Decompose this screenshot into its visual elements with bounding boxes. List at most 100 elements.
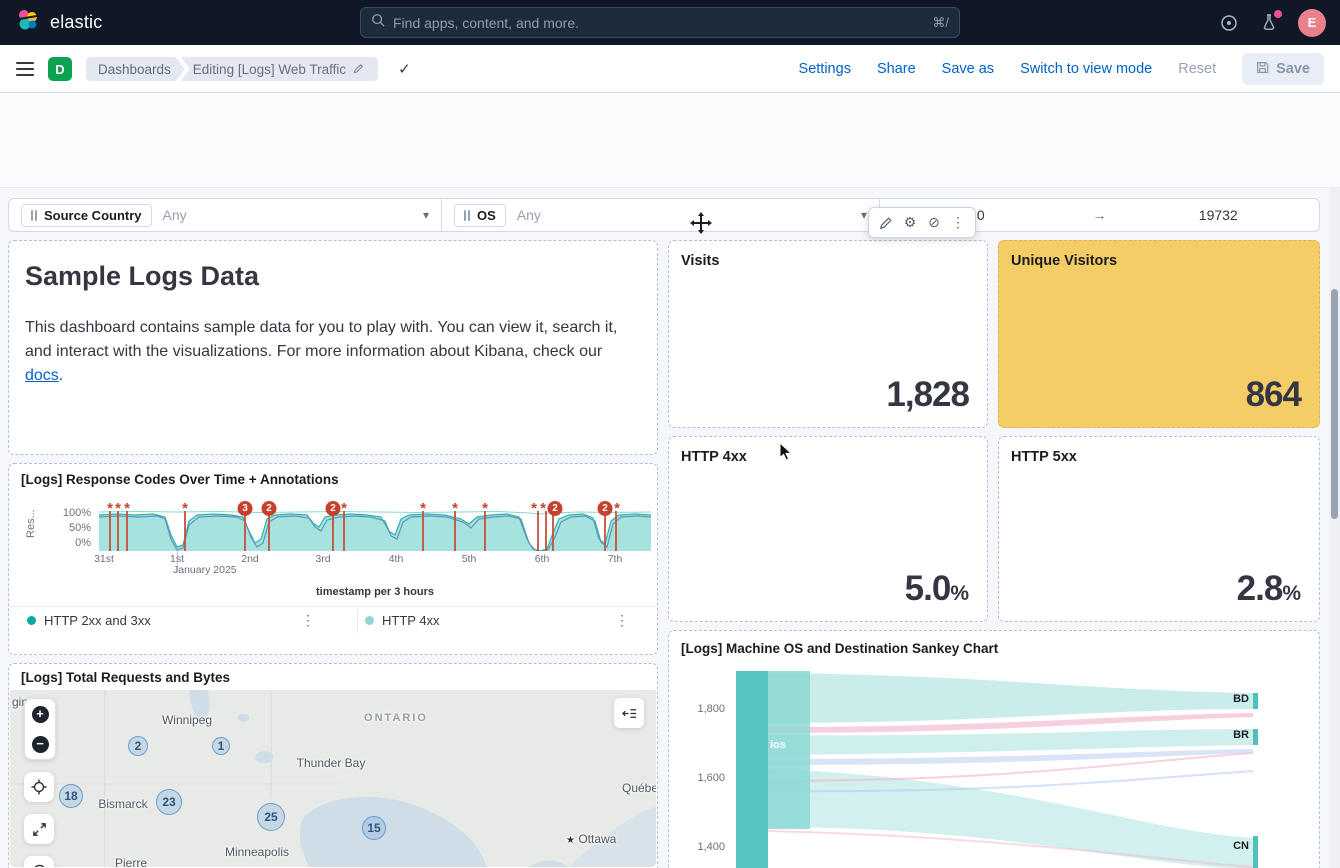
- panel-title: [Logs] Response Codes Over Time + Annota…: [21, 472, 339, 487]
- map-bubble[interactable]: 18: [59, 784, 83, 808]
- annotation-marker[interactable]: *: [452, 502, 458, 516]
- set-view-crosshair-button[interactable]: [24, 772, 54, 802]
- save-as-link[interactable]: Save as: [942, 61, 994, 77]
- markdown-body: This dashboard contains sample data for …: [25, 316, 631, 388]
- control-hover-toolbar: ⚙ ⊘ ⋮: [868, 207, 976, 238]
- title-confirm-check-icon[interactable]: ✓: [398, 60, 411, 78]
- map-bubble[interactable]: 25: [257, 803, 285, 831]
- breadcrumb-dashboards[interactable]: Dashboards: [86, 57, 185, 81]
- save-icon: [1256, 61, 1269, 78]
- metric-value: 1,828: [886, 375, 969, 415]
- metric-value: 864: [1246, 375, 1301, 415]
- legend-label: HTTP 2xx and 3xx: [44, 613, 151, 628]
- annotation-marker[interactable]: *: [115, 502, 121, 516]
- global-search[interactable]: ⌘/: [360, 7, 960, 38]
- zoom-in-button[interactable]: +: [25, 699, 55, 729]
- legend-dot: [365, 616, 374, 625]
- os-label: OS: [477, 208, 496, 223]
- user-avatar[interactable]: E: [1298, 9, 1326, 37]
- menu-icon[interactable]: [16, 62, 34, 76]
- control-os[interactable]: OS Any ▾: [441, 199, 879, 231]
- x-tick: 6th: [520, 553, 564, 565]
- control-source-country[interactable]: Source Country Any ▾: [9, 199, 441, 231]
- drag-grip-icon[interactable]: [464, 210, 470, 221]
- divider: [357, 609, 358, 633]
- y-tick: 1,800: [683, 703, 725, 715]
- dashboard-nav-bar: D Dashboards Editing [Logs] Web Traffic …: [0, 45, 1340, 93]
- move-cross-icon[interactable]: [690, 212, 712, 239]
- annotation-badge[interactable]: 2: [326, 501, 341, 516]
- fit-to-data-button[interactable]: [24, 814, 54, 844]
- dashboard-actions: Settings Share Save as Switch to view mo…: [799, 45, 1324, 93]
- x-tick: 4th: [374, 553, 418, 565]
- x-tick: 5th: [447, 553, 491, 565]
- map-bubble[interactable]: 15: [362, 816, 386, 840]
- sankey-node-ios[interactable]: [736, 671, 768, 868]
- map-place-ottawa: ★ Ottawa: [566, 832, 616, 846]
- slash-circle-icon[interactable]: ⊘: [922, 211, 946, 235]
- breadcrumb-current-label: Editing [Logs] Web Traffic: [193, 62, 346, 77]
- legend-collapse-button[interactable]: [614, 698, 644, 728]
- scrollbar-track[interactable]: [1329, 93, 1340, 868]
- share-link[interactable]: Share: [877, 61, 916, 77]
- annotation-badge[interactable]: 2: [548, 501, 563, 516]
- timeslider-button[interactable]: [24, 856, 54, 867]
- annotation-marker[interactable]: *: [182, 502, 188, 516]
- markdown-body-text: This dashboard contains sample data for …: [25, 319, 617, 360]
- annotation-marker[interactable]: *: [107, 502, 113, 516]
- annotation-badge[interactable]: 3: [238, 501, 253, 516]
- annotation-badge[interactable]: 2: [598, 501, 613, 516]
- kebab-menu-icon[interactable]: ⋮: [946, 211, 970, 235]
- reset-link[interactable]: Reset: [1178, 61, 1216, 77]
- metric-number: 5.0: [905, 569, 951, 608]
- annotation-marker[interactable]: *: [540, 502, 546, 516]
- annotation-marker[interactable]: *: [531, 502, 537, 516]
- gear-icon[interactable]: ⚙: [898, 211, 922, 235]
- annotation-marker[interactable]: *: [124, 502, 130, 516]
- os-value: Any: [517, 207, 541, 223]
- breadcrumb-current[interactable]: Editing [Logs] Web Traffic: [181, 57, 378, 81]
- range-arrow-icon: →: [1070, 207, 1130, 223]
- kebab-menu-icon[interactable]: ⋮: [615, 612, 629, 629]
- docs-link[interactable]: docs: [25, 367, 59, 384]
- map-bubble[interactable]: 23: [156, 789, 182, 815]
- labs-flask-icon[interactable]: [1258, 12, 1280, 34]
- annotation-marker[interactable]: *: [341, 502, 347, 516]
- global-search-input[interactable]: [393, 15, 932, 31]
- legend-dot: [27, 616, 36, 625]
- sankey-dest-cn: CN: [1215, 840, 1249, 852]
- metric-title: Visits: [681, 253, 719, 269]
- panel-title: [Logs] Total Requests and Bytes: [21, 670, 230, 685]
- legend-item-4xx[interactable]: HTTP 4xx: [365, 613, 440, 628]
- legend-item-2xx-3xx[interactable]: HTTP 2xx and 3xx: [27, 613, 151, 628]
- drag-grip-icon[interactable]: [31, 210, 37, 221]
- kebab-menu-icon[interactable]: ⋮: [301, 612, 315, 629]
- settings-link[interactable]: Settings: [799, 61, 851, 77]
- panel-http-4xx: HTTP 4xx 5.0%: [668, 436, 988, 622]
- clock-icon: [32, 864, 47, 868]
- save-button[interactable]: Save: [1242, 53, 1324, 85]
- annotation-badge[interactable]: 2: [262, 501, 277, 516]
- dashboard-app-badge: D: [48, 57, 72, 81]
- map-place-winnipeg: Winnipeg: [155, 713, 219, 727]
- response-codes-chart[interactable]: * * * * 3 2 2 * * * * * * 2 2 *: [99, 509, 651, 551]
- edit-pencil-icon[interactable]: [874, 211, 898, 235]
- annotation-marker[interactable]: *: [420, 502, 426, 516]
- os-chip[interactable]: OS: [454, 204, 506, 227]
- range-max-input[interactable]: 19732: [1130, 207, 1308, 223]
- map-place-pierre: Pierre: [101, 856, 161, 867]
- annotation-marker[interactable]: *: [482, 502, 488, 516]
- source-country-chip[interactable]: Source Country: [21, 204, 152, 227]
- annotation-marker[interactable]: *: [614, 502, 620, 516]
- map-canvas[interactable]: gina Winnipeg ONTARIO Thunder Bay Bismar…: [10, 690, 656, 867]
- map-bubble[interactable]: 2: [128, 736, 148, 756]
- map-bubble[interactable]: 1: [212, 737, 230, 755]
- panel-sample-logs-data: Sample Logs Data This dashboard contains…: [8, 240, 658, 455]
- star-marker-icon: ★: [566, 835, 575, 846]
- elastic-logo[interactable]: elastic: [16, 8, 102, 37]
- scrollbar-thumb[interactable]: [1331, 289, 1338, 519]
- collapse-legend-icon: [622, 706, 637, 721]
- deployment-icon[interactable]: [1218, 12, 1240, 34]
- zoom-out-button[interactable]: −: [25, 729, 55, 759]
- switch-to-view-mode-link[interactable]: Switch to view mode: [1020, 61, 1152, 77]
